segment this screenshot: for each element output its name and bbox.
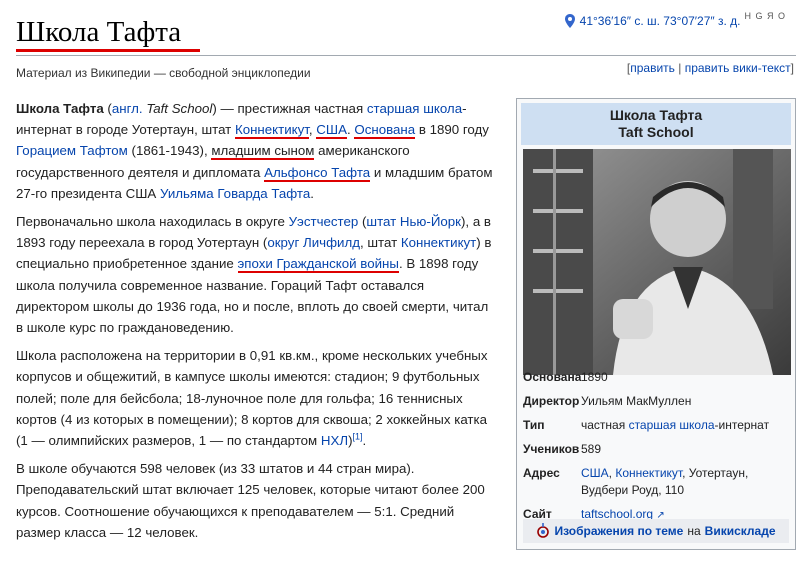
infobox-row-founded: Основана 1890 [523,369,793,386]
infobox-row-type: Тип частная старшая школа-интернат [523,417,793,434]
row-value: частная старшая школа-интернат [581,417,793,434]
link-english[interactable]: англ. [112,101,143,116]
link-commons-images[interactable]: Изображения по теме [554,524,683,538]
row-value: 1890 [581,370,608,384]
infobox: Школа Тафта Taft School Основана 1890 Ди… [516,98,796,550]
infobox-title-ru: Школа Тафта [609,107,703,123]
paragraph-intro: Школа Тафта (англ. Taft School) — прести… [16,98,496,204]
site-tagline: Материал из Википедии — свободной энцикл… [16,66,311,80]
text: (1861-1943), [127,143,212,159]
page-title: Школа Тафта [16,16,182,48]
infobox-title: Школа Тафта Taft School [521,103,791,145]
link-horace-taft[interactable]: Горацием Тафтом [16,143,128,158]
link-nhl[interactable]: НХЛ [321,433,348,448]
link-litchfield-county[interactable]: округ Личфилд [267,235,360,250]
infobox-title-en: Taft School [618,124,694,140]
infobox-row-students: Учеников 589 [523,441,793,458]
portrait-photo-icon [523,149,791,375]
highlight-youngest-son: младшим сыном [211,143,315,161]
edit-link[interactable]: править [630,61,675,75]
row-label: Директор [523,394,580,408]
row-label: Основана [523,370,582,384]
link-high-school[interactable]: старшая школа [367,101,462,116]
link-founded[interactable]: Основана [354,122,416,140]
row-value: 589 [581,442,602,456]
link-usa-2[interactable]: США [581,466,609,480]
text: Школа расположена на территории в 0,91 к… [16,348,488,449]
infobox-row-director: Директор Уильям МакМуллен [523,393,793,410]
edit-separator: | [674,61,685,75]
article-subject: Школа Тафта [16,101,104,116]
edit-source-link[interactable]: править вики-текст [685,61,791,75]
row-label: Тип [523,418,545,432]
text: в 1890 году [415,122,489,138]
row-label: Адрес [523,466,560,480]
link-connecticut-3[interactable]: Коннектикут [615,466,682,480]
paragraph-campus: Школа расположена на территории в 0,91 к… [16,345,496,451]
text: . [310,185,314,201]
title-highlight [16,49,200,52]
text: В школе обучаются 598 человек (из 33 шта… [16,461,485,540]
link-usa[interactable]: США [316,122,347,140]
location-pin-icon [564,14,575,28]
title-divider [16,55,796,56]
link-new-york-state[interactable]: штат Нью-Йорк [366,214,461,229]
wikimedia-commons-icon [537,523,550,538]
text: Первоначально школа находилась в округе [16,214,289,230]
paragraph-history: Первоначально школа находилась в округе … [16,211,496,338]
map-services-links[interactable]: H G Я O [744,11,786,21]
english-name: Taft School [146,101,213,116]
link-high-school-2[interactable]: старшая школа [629,418,715,432]
link-alphonso-taft[interactable]: Альфонсо Тафта [264,164,371,182]
article-body: Школа Тафта (англ. Taft School) — прести… [16,98,496,550]
commons-bar: Изображения по теме на Викискладе [523,519,789,543]
coordinates-text[interactable]: 41°36′16″ с. ш. 73°07′27″ з. д. [580,14,741,28]
infobox-row-address: Адрес США, Коннектикут, Уотертаун, Вудбер… [523,465,793,499]
row-value: США, Коннектикут, Уотертаун, Вудбери Роу… [581,465,793,499]
text: на [687,524,701,538]
link-commons[interactable]: Викискладе [705,524,776,538]
row-label: Учеников [523,442,580,456]
text: -интернат [714,418,770,432]
text: , штат [359,235,401,251]
row-value: Уильям МакМуллен [581,394,692,408]
text: ( [103,101,112,116]
link-civil-war-era[interactable]: эпохи Гражданской войны [237,256,399,274]
link-connecticut[interactable]: Коннектикут [234,122,309,140]
link-connecticut-2[interactable]: Коннектикут [401,235,476,250]
reference-1[interactable]: [1] [353,432,363,442]
infobox-photo[interactable] [523,149,791,375]
paragraph-students: В школе обучаются 598 человек (из 33 шта… [16,458,496,543]
coordinates[interactable]: 41°36′16″ с. ш. 73°07′27″ з. д. H G Я O [564,11,786,28]
text: . [362,433,367,449]
link-william-howard-taft[interactable]: Уильяма Говарда Тафта [160,186,310,201]
infobox-rows: Основана 1890 Директор Уильям МакМуллен Ти… [523,369,793,531]
link-westchester[interactable]: Уэстчестер [289,214,359,229]
edit-links: [править | править вики-текст] [626,61,794,75]
text: ) — престижная частная [212,101,367,116]
text: частная [581,418,629,432]
